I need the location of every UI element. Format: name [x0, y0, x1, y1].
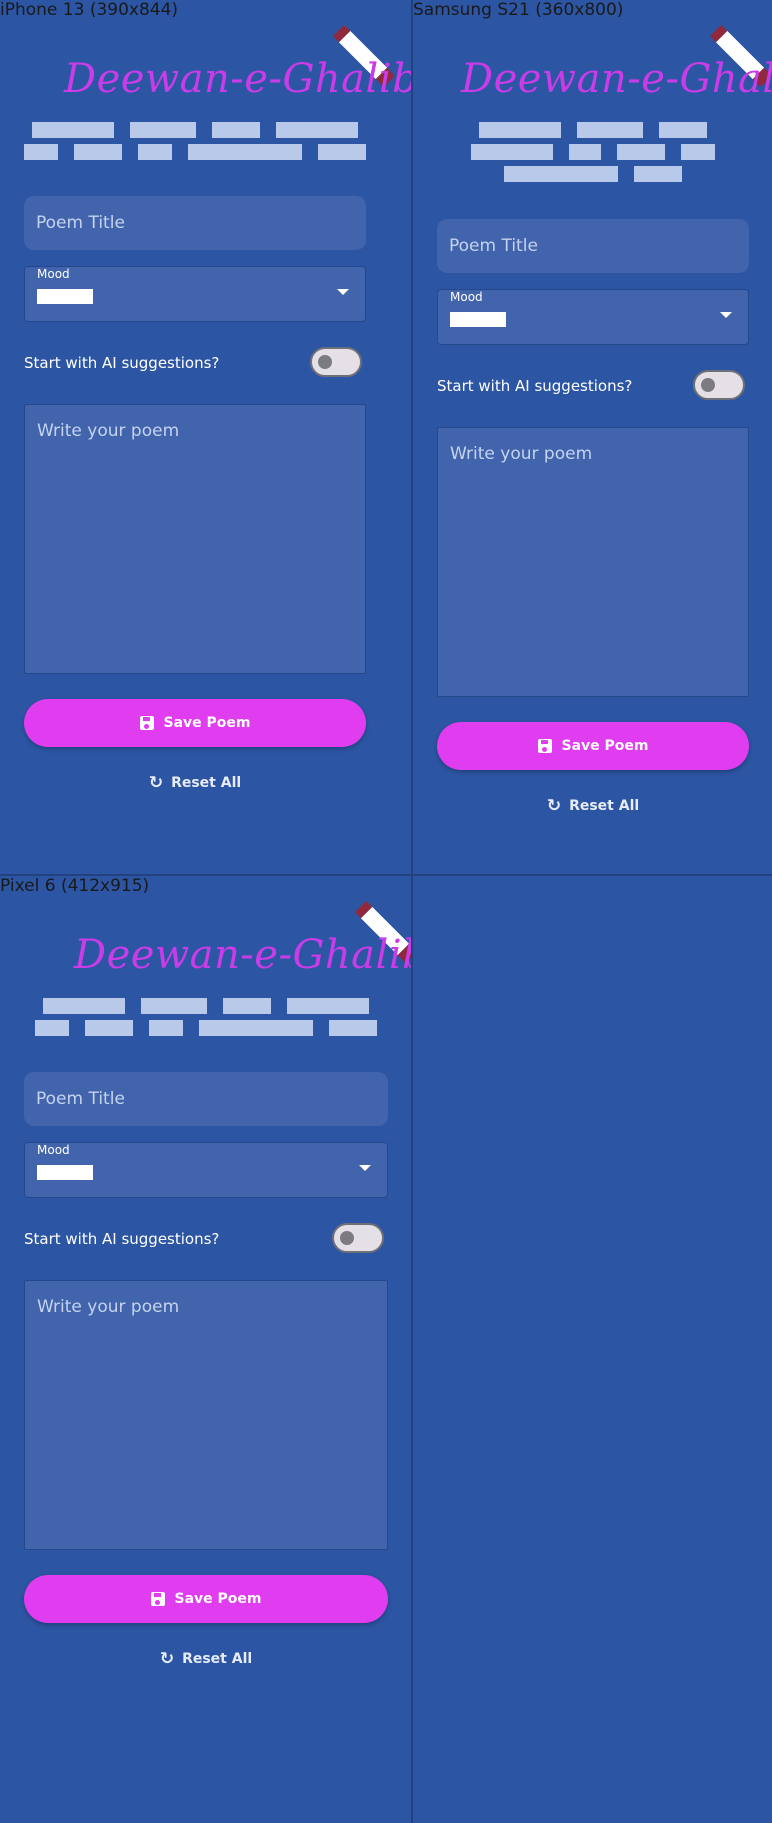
- chevron-down-icon: [720, 312, 732, 318]
- tagline-obscured: [24, 122, 366, 160]
- mood-value-obscured: [37, 289, 93, 304]
- mood-select[interactable]: Mood: [24, 266, 366, 322]
- chevron-down-icon: [359, 1165, 371, 1171]
- save-button-label: Save Poem: [561, 738, 649, 754]
- mood-label: Mood: [37, 1143, 70, 1157]
- save-button-label: Save Poem: [174, 1591, 262, 1607]
- floppy-disk-icon: [537, 739, 552, 753]
- device-frame-iphone: iPhone 13 (390x844) Deewan-e-Ghalib Poem…: [0, 0, 411, 874]
- refresh-icon: ↻: [148, 772, 164, 793]
- mood-select[interactable]: Mood: [437, 289, 749, 345]
- poem-title-input[interactable]: Poem Title: [24, 196, 366, 250]
- poem-title-input[interactable]: Poem Title: [437, 219, 749, 273]
- chevron-down-icon: [337, 289, 349, 295]
- mood-select[interactable]: Mood: [24, 1142, 388, 1198]
- toggle-knob: [318, 355, 332, 369]
- ai-toggle-label: Start with AI suggestions?: [437, 377, 633, 395]
- toggle-knob: [701, 378, 715, 392]
- floppy-disk-icon: [150, 1592, 165, 1606]
- ai-toggle-label: Start with AI suggestions?: [24, 354, 220, 372]
- device-label: iPhone 13 (390x844): [0, 0, 179, 20]
- ai-suggestions-toggle[interactable]: [310, 347, 362, 377]
- device-frame-pixel: Pixel 6 (412x915) Deewan-e-Ghalib Poem T…: [0, 876, 411, 1823]
- reset-all-button[interactable]: ↻ Reset All: [24, 1648, 388, 1670]
- reset-button-label: Reset All: [569, 798, 640, 814]
- ai-suggestions-toggle[interactable]: [693, 370, 745, 400]
- poem-title-input[interactable]: Poem Title: [24, 1072, 388, 1126]
- refresh-icon: ↻: [546, 795, 562, 816]
- tagline-obscured: [24, 998, 388, 1036]
- reset-all-button[interactable]: ↻ Reset All: [437, 795, 749, 817]
- save-poem-button[interactable]: Save Poem: [437, 722, 749, 770]
- mood-label: Mood: [450, 290, 483, 304]
- mood-label: Mood: [37, 267, 70, 281]
- poem-textarea[interactable]: Write your poem: [24, 1280, 388, 1550]
- reset-button-label: Reset All: [182, 1651, 253, 1667]
- poem-textarea[interactable]: Write your poem: [437, 427, 749, 697]
- mood-value-obscured: [37, 1165, 93, 1180]
- poem-textarea[interactable]: Write your poem: [24, 404, 366, 674]
- device-label: Pixel 6 (412x915): [0, 876, 150, 896]
- floppy-disk-icon: [139, 716, 154, 730]
- ai-suggestions-toggle[interactable]: [332, 1223, 384, 1253]
- ai-toggle-label: Start with AI suggestions?: [24, 1230, 220, 1248]
- app-title: Deewan-e-Ghalib: [461, 56, 772, 102]
- save-poem-button[interactable]: Save Poem: [24, 699, 366, 747]
- device-label: Samsung S21 (360x800): [413, 0, 624, 20]
- device-frame-samsung: Samsung S21 (360x800) Deewan-e-Ghalib Po…: [413, 0, 772, 874]
- save-button-label: Save Poem: [163, 715, 251, 731]
- mood-value-obscured: [450, 312, 506, 327]
- reset-all-button[interactable]: ↻ Reset All: [24, 772, 366, 794]
- reset-button-label: Reset All: [171, 775, 242, 791]
- app-title: Deewan-e-Ghalib: [64, 56, 411, 102]
- app-title: Deewan-e-Ghalib: [74, 932, 411, 978]
- save-poem-button[interactable]: Save Poem: [24, 1575, 388, 1623]
- tagline-obscured: [437, 122, 749, 182]
- refresh-icon: ↻: [159, 1648, 175, 1669]
- toggle-knob: [340, 1231, 354, 1245]
